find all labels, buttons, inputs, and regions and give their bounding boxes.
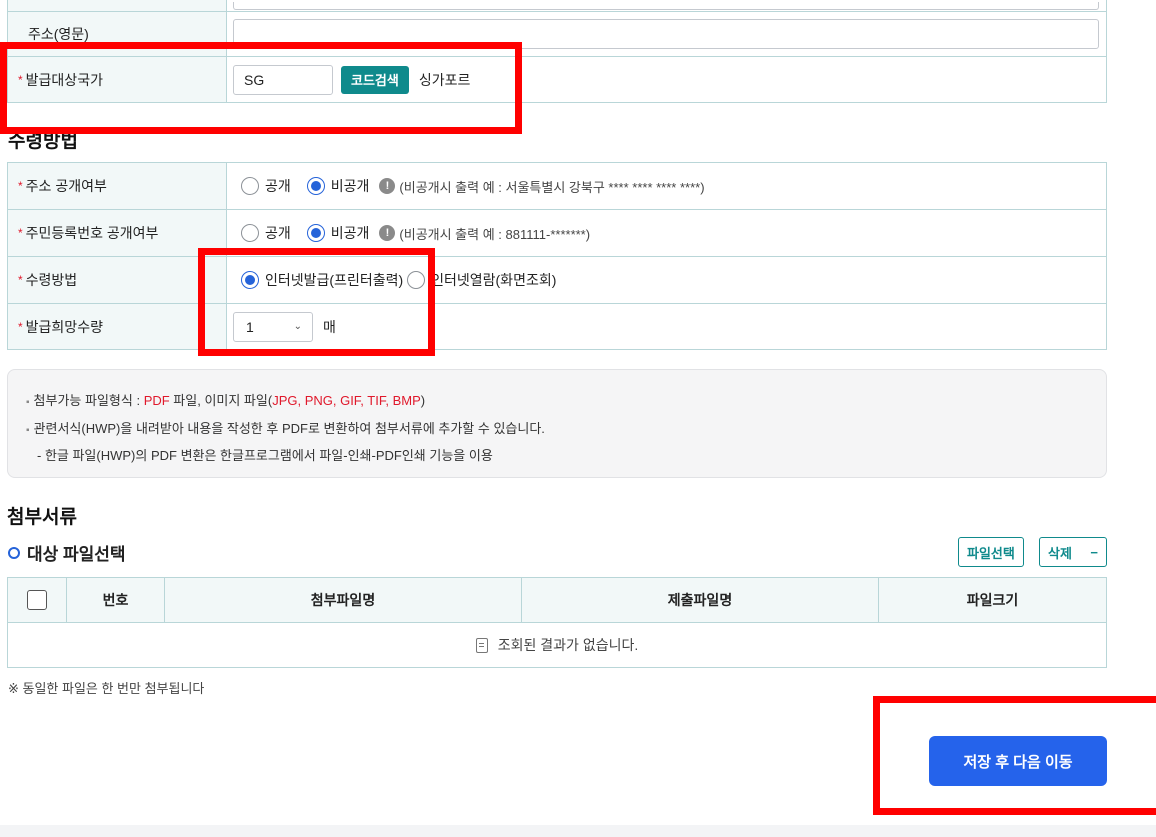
- delete-label: 삭제: [1048, 545, 1072, 561]
- bullet: ▪: [26, 424, 30, 436]
- address-public-row: * 주소 공개여부 공개 비공개 ! (비공개시 출력 예 : 서울특별시 강북…: [7, 163, 1107, 210]
- col-header-number: 번호: [67, 578, 165, 622]
- chevron-down-icon: ⌄: [293, 321, 302, 332]
- col-header-attach-name: 첨부파일명: [165, 578, 522, 622]
- radio-internet-issue[interactable]: 인터넷발급(프린터출력): [241, 270, 407, 290]
- quantity-value: 1: [246, 318, 254, 335]
- address-table: 주소(영문) * 발급대상국가 SG 코드검색 싱가포르: [7, 0, 1107, 103]
- info-icon: !: [379, 225, 396, 241]
- radio-circle-selected[interactable]: [306, 224, 325, 242]
- radio-label: 인터넷열람(화면조회): [431, 272, 557, 288]
- notice-box: ▪ 첨부가능 파일형식 : PDF 파일, 이미지 파일(JPG, PNG, GI…: [7, 369, 1107, 478]
- col-header-file-size: 파일크기: [966, 592, 1019, 608]
- minus-icon: −: [1090, 544, 1098, 560]
- receipt-method-label-cell: * 수령방법: [8, 257, 227, 303]
- rrn-public-label-cell: * 주민등록번호 공개여부: [8, 210, 227, 256]
- address-kr-cell: [227, 0, 1106, 11]
- file-table: 번호 첨부파일명 제출파일명 파일크기 조회된 결과가 없습니다.: [7, 577, 1107, 668]
- address-en-input[interactable]: [233, 19, 1099, 49]
- address-en-cell: [227, 12, 1106, 56]
- radio-rrn-private[interactable]: 비공개: [306, 223, 380, 243]
- address-public-label-cell: * 주소 공개여부: [8, 163, 227, 209]
- rrn-public-row: * 주민등록번호 공개여부 공개 비공개 ! (비공개시 출력 예 : 8811…: [7, 210, 1107, 257]
- notice-text: ): [420, 393, 426, 408]
- radio-circle-selected[interactable]: [306, 177, 325, 195]
- duplicate-note: ※ 동일한 파일은 한 번만 첨부됩니다: [8, 681, 205, 696]
- radio-label: 비공개: [330, 178, 370, 194]
- radio-label: 비공개: [330, 225, 370, 241]
- required-mark: *: [18, 226, 23, 240]
- quantity-select[interactable]: 1 ⌄: [233, 311, 313, 342]
- address-public-info: (비공개시 출력 예 : 서울특별시 강북구 **** **** **** **…: [399, 179, 705, 195]
- country-cell: SG 코드검색 싱가포르: [227, 57, 1106, 102]
- bullet-ring-icon: [8, 546, 20, 559]
- col-header-submit-name: 제출파일명: [522, 578, 879, 622]
- address-public-label: 주소 공개여부: [25, 178, 107, 194]
- radio-circle-selected[interactable]: [241, 271, 259, 289]
- radio-label: 공개: [265, 225, 291, 241]
- notice-highlight: JPG, PNG, GIF, TIF, BMP: [272, 393, 421, 408]
- quantity-cell: 1 ⌄ 매: [227, 304, 1106, 349]
- attachments-title: 첨부서류: [7, 507, 77, 528]
- quantity-label-cell: * 발급희망수량: [8, 304, 227, 349]
- empty-row: 조회된 결과가 없습니다.: [8, 623, 1106, 667]
- receipt-section-title: 수령방법: [8, 131, 78, 152]
- country-name: 싱가포르: [418, 71, 471, 88]
- notice-line-3: - 한글 파일(HWP)의 PDF 변환은 한글프로그램에서 파일-인쇄-PDF…: [37, 448, 493, 463]
- info-icon: !: [379, 178, 396, 194]
- receipt-method-row: * 수령방법 인터넷발급(프린터출력) 인터넷열람(화면조회): [7, 257, 1107, 304]
- radio-circle[interactable]: [241, 177, 259, 195]
- country-code-input[interactable]: SG: [233, 64, 333, 95]
- quantity-unit: 매: [323, 318, 336, 335]
- save-and-next-button[interactable]: 저장 후 다음 이동: [929, 736, 1107, 786]
- document-icon: [475, 637, 488, 653]
- address-en-row: 주소(영문): [7, 12, 1107, 57]
- notice-text: 관련서식(HWP)을 내려받아 내용을 작성한 후 PDF로 변환하여 첨부서류…: [33, 420, 545, 436]
- empty-message: 조회된 결과가 없습니다.: [497, 637, 639, 653]
- address-kr-label-cell: [8, 0, 227, 11]
- notice-highlight: PDF: [143, 393, 170, 408]
- receipt-method-label: 수령방법: [25, 272, 78, 288]
- delete-button[interactable]: 삭제 −: [1039, 537, 1107, 567]
- select-all-checkbox[interactable]: [27, 590, 47, 610]
- address-public-options: 공개 비공개 ! (비공개시 출력 예 : 서울특별시 강북구 **** ***…: [227, 163, 1106, 209]
- radio-label: 인터넷발급(프린터출력): [265, 272, 404, 288]
- country-row: * 발급대상국가 SG 코드검색 싱가포르: [7, 57, 1107, 103]
- receipt-table: * 주소 공개여부 공개 비공개 ! (비공개시 출력 예 : 서울특별시 강북…: [7, 162, 1107, 350]
- radio-label: 공개: [265, 178, 291, 194]
- radio-circle[interactable]: [407, 271, 426, 289]
- address-en-label: 주소(영문): [8, 12, 227, 56]
- radio-rrn-public[interactable]: 공개: [241, 223, 307, 243]
- required-mark: *: [18, 179, 23, 193]
- address-kr-row: [7, 0, 1107, 12]
- rrn-public-info: (비공개시 출력 예 : 881111-*******): [399, 226, 591, 242]
- radio-address-public[interactable]: 공개: [241, 176, 307, 196]
- notice-text: 파일, 이미지 파일(: [169, 393, 273, 408]
- footer-band: [0, 825, 1156, 837]
- bullet: ▪: [26, 397, 30, 408]
- select-all-cell: [8, 578, 67, 622]
- notice-text: 첨부가능 파일형식 :: [33, 393, 144, 408]
- attachments-subtitle: 대상 파일선택: [8, 540, 126, 565]
- quantity-row: * 발급희망수량 1 ⌄ 매: [7, 304, 1107, 350]
- notice-line-1: ▪ 첨부가능 파일형식 : PDF 파일, 이미지 파일(JPG, PNG, GI…: [26, 388, 1106, 416]
- subtitle-text: 대상 파일선택: [27, 545, 126, 564]
- address-kr-input[interactable]: [233, 1, 1099, 10]
- receipt-method-options: 인터넷발급(프린터출력) 인터넷열람(화면조회): [227, 257, 1106, 303]
- radio-address-private[interactable]: 비공개: [306, 176, 380, 196]
- file-select-button[interactable]: 파일선택: [958, 537, 1024, 567]
- radio-circle[interactable]: [241, 224, 259, 242]
- rrn-public-options: 공개 비공개 ! (비공개시 출력 예 : 881111-*******): [227, 210, 1106, 256]
- radio-internet-view[interactable]: 인터넷열람(화면조회): [407, 270, 572, 290]
- country-label-cell: * 발급대상국가: [8, 57, 227, 102]
- required-mark: *: [18, 273, 23, 287]
- required-mark: *: [18, 72, 23, 87]
- notice-line-2: ▪ 관련서식(HWP)을 내려받아 내용을 작성한 후 PDF로 변환하여 첨부서…: [26, 416, 1106, 444]
- rrn-public-label: 주민등록번호 공개여부: [25, 225, 159, 241]
- code-search-button[interactable]: 코드검색: [341, 65, 409, 94]
- required-mark: *: [18, 319, 23, 334]
- file-table-header: 번호 첨부파일명 제출파일명 파일크기: [8, 578, 1106, 623]
- country-label: 발급대상국가: [25, 71, 103, 88]
- quantity-label: 발급희망수량: [25, 318, 103, 335]
